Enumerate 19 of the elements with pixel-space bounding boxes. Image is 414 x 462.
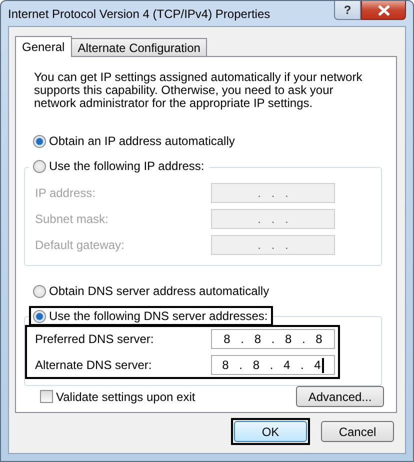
field-label: Preferred DNS server:: [35, 332, 154, 346]
intro-text: You can get IP settings assigned automatically if your network supports this capability. Otherwise, you need to ask your network administrator for the appropriate IP settings.: [34, 71, 364, 110]
ok-button[interactable]: OK: [234, 421, 307, 442]
help-button[interactable]: ?: [334, 1, 361, 20]
close-button[interactable]: [361, 1, 406, 20]
tab[interactable]: General: [15, 36, 72, 57]
radio-option[interactable]: Use the following DNS server addresses:: [29, 306, 273, 326]
ip-address-field[interactable]: 8 . 8 . 8 . 8: [211, 329, 335, 349]
advanced-button[interactable]: Advanced...: [296, 386, 384, 407]
field-label: Subnet mask:: [35, 212, 108, 226]
field-label: Alternate DNS server:: [35, 358, 152, 372]
field-label: IP address:: [35, 186, 96, 200]
field-label: Default gateway:: [35, 238, 124, 252]
validate-checkbox[interactable]: Validate settings upon exit: [40, 390, 196, 404]
cancel-button[interactable]: Cancel: [321, 421, 394, 442]
tab[interactable]: Alternate Configuration: [70, 38, 208, 56]
ip-address-field[interactable]: 8 . 8 . 4 . 4: [211, 355, 335, 375]
close-icon: [376, 4, 390, 16]
window-title: Internet Protocol Version 4 (TCP/IPv4) Properties: [8, 6, 270, 20]
